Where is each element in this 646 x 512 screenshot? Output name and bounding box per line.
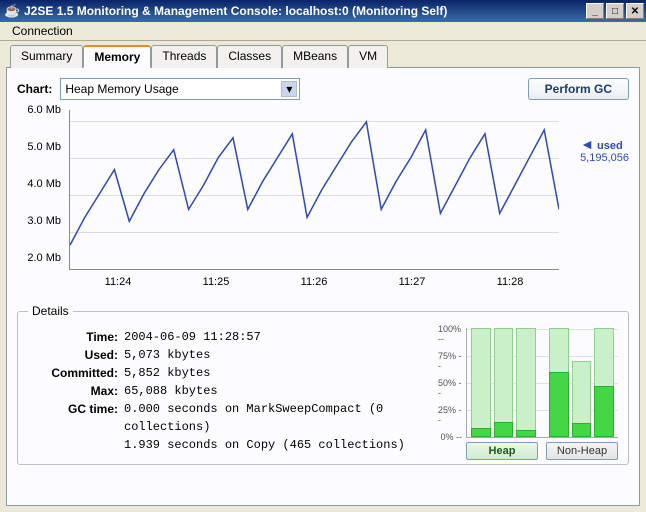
mini-y-tick: 100% -- <box>438 324 462 344</box>
pool-bar[interactable] <box>494 328 514 437</box>
nonheap-button[interactable]: Non-Heap <box>546 442 618 460</box>
detail-gc2: 1.939 seconds on Copy (465 collections) <box>124 436 428 454</box>
details-group: Details Time:2004-06-09 11:28:57 Used:5,… <box>17 304 629 465</box>
x-tick: 11:25 <box>203 276 230 288</box>
mini-y-tick: 0% -- <box>440 432 462 442</box>
pool-bar[interactable] <box>549 328 569 437</box>
memory-pools-chart: 100% --75% --50% --25% --0% -- Heap Non-… <box>438 328 618 460</box>
pool-bar[interactable] <box>594 328 614 437</box>
details-table: Time:2004-06-09 11:28:57 Used:5,073 kbyt… <box>28 328 428 460</box>
close-button[interactable]: ✕ <box>626 3 644 19</box>
heap-button[interactable]: Heap <box>466 442 538 460</box>
memory-panel: Chart: Heap Memory Usage ▾ Perform GC 6.… <box>6 68 640 506</box>
java-icon: ☕ <box>4 3 20 19</box>
pool-bar[interactable] <box>516 328 536 437</box>
details-legend: Details <box>28 304 73 318</box>
detail-gc1: 0.000 seconds on MarkSweepCompact (0 col… <box>124 400 428 436</box>
window-title: J2SE 1.5 Monitoring & Management Console… <box>24 4 584 18</box>
arrow-left-icon: ◄ <box>580 136 594 152</box>
tab-summary[interactable]: Summary <box>10 45 83 68</box>
menubar: Connection <box>0 22 646 41</box>
detail-used: 5,073 kbytes <box>124 346 428 364</box>
mini-y-tick: 75% -- <box>438 351 462 371</box>
tab-vm[interactable]: VM <box>348 45 388 68</box>
titlebar: ☕ J2SE 1.5 Monitoring & Management Conso… <box>0 0 646 22</box>
chart-label: Chart: <box>17 82 52 96</box>
x-tick: 11:24 <box>105 276 132 288</box>
y-tick: 2.0 Mb <box>27 252 61 264</box>
x-tick: 11:28 <box>497 276 524 288</box>
perform-gc-button[interactable]: Perform GC <box>528 78 629 100</box>
pool-bar[interactable] <box>471 328 491 437</box>
plot-area <box>69 110 559 270</box>
y-tick: 4.0 Mb <box>27 178 61 190</box>
usage-line <box>70 122 559 245</box>
maximize-button[interactable]: □ <box>606 3 624 19</box>
chart-select[interactable]: Heap Memory Usage ▾ <box>60 78 300 100</box>
tab-row: Summary Memory Threads Classes MBeans VM <box>6 45 640 68</box>
mini-y-tick: 25% -- <box>438 405 462 425</box>
chart-select-value: Heap Memory Usage <box>65 82 178 96</box>
mini-y-tick: 50% -- <box>438 378 462 398</box>
minimize-button[interactable]: _ <box>586 3 604 19</box>
y-tick: 6.0 Mb <box>27 104 61 116</box>
chevron-down-icon: ▾ <box>281 81 297 97</box>
x-tick: 11:27 <box>399 276 426 288</box>
tab-memory[interactable]: Memory <box>83 45 151 68</box>
heap-chart: 6.0 Mb 5.0 Mb 4.0 Mb 3.0 Mb 2.0 Mb 11:24 11:2… <box>17 106 629 296</box>
detail-committed: 5,852 kbytes <box>124 364 428 382</box>
pool-bar[interactable] <box>572 328 592 437</box>
tab-threads[interactable]: Threads <box>151 45 217 68</box>
x-tick: 11:26 <box>301 276 328 288</box>
y-tick: 3.0 Mb <box>27 215 61 227</box>
chart-current-value: ◄ used 5,195,056 <box>580 136 629 164</box>
y-tick: 5.0 Mb <box>27 141 61 153</box>
detail-time: 2004-06-09 11:28:57 <box>124 328 428 346</box>
tab-classes[interactable]: Classes <box>217 45 282 68</box>
detail-max: 65,088 kbytes <box>124 382 428 400</box>
tab-mbeans[interactable]: MBeans <box>282 45 348 68</box>
menu-connection[interactable]: Connection <box>6 22 79 40</box>
